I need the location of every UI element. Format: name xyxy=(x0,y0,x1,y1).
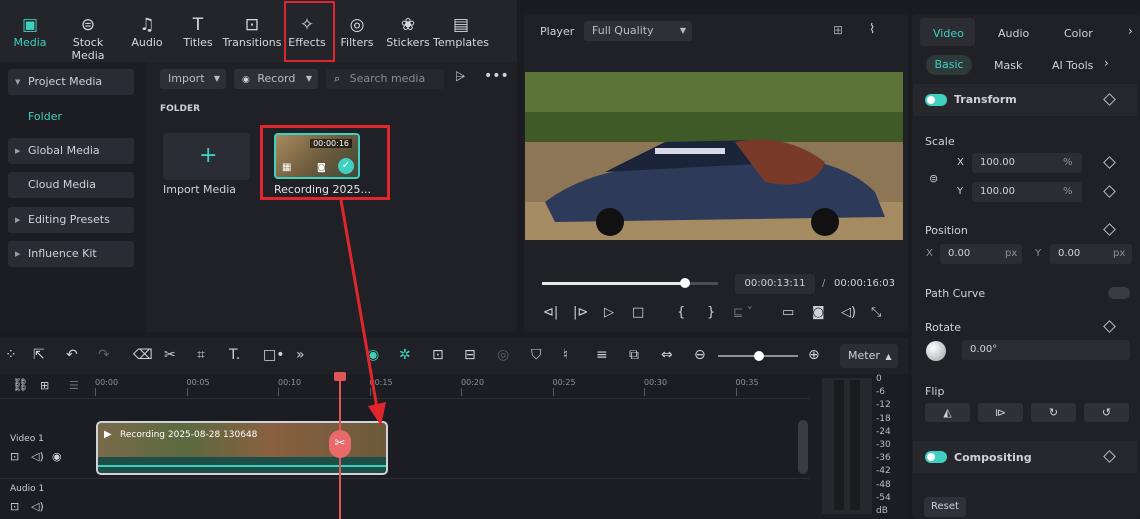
annotation-arrow xyxy=(339,199,386,426)
timeline-scrollbar[interactable] xyxy=(798,420,808,474)
meter-bar-left xyxy=(834,380,844,510)
meter-scale-label: 0 xyxy=(876,374,882,384)
meter-scale-label: -12 xyxy=(876,400,891,411)
meter-scale-label: -42 xyxy=(876,466,891,477)
meter-scale-label: -30 xyxy=(876,440,891,450)
meter-scale-label: -36 xyxy=(876,453,891,464)
meter-scale-label: -54 xyxy=(876,492,891,503)
meter-scale-label: -18 xyxy=(876,413,891,424)
meter-scale-label: dB xyxy=(876,506,888,516)
meter-scale-label: -24 xyxy=(876,426,891,437)
audio-meter xyxy=(822,378,872,514)
meter-scale-label: -6 xyxy=(876,387,885,398)
meter-scale-label: -48 xyxy=(876,479,891,490)
meter-bar-right xyxy=(850,380,860,510)
